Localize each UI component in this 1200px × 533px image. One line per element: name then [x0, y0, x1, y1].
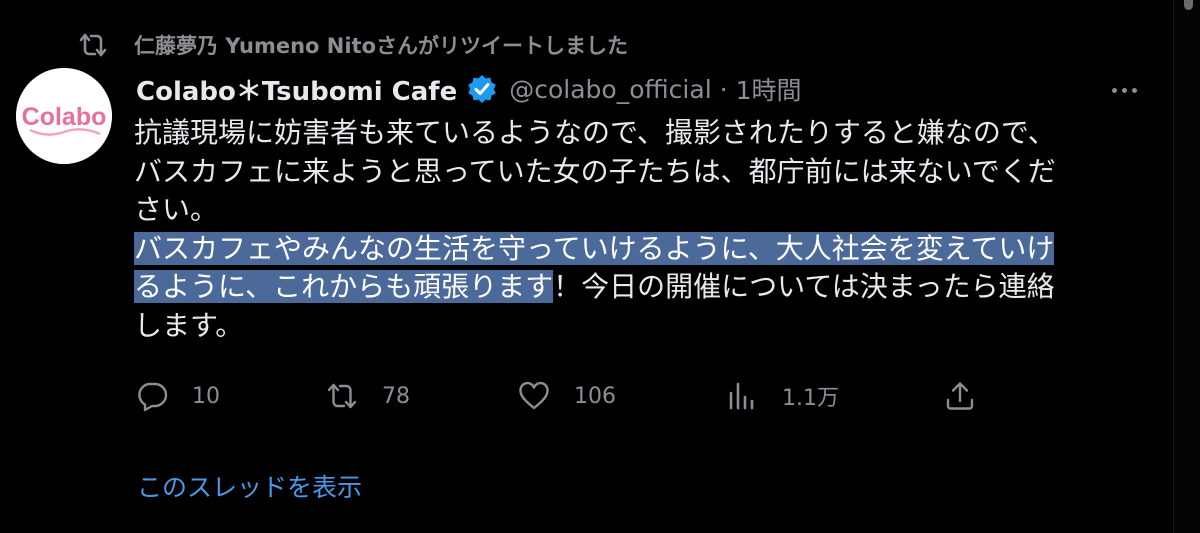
tweet-text-line: バスカフェやみんなの生活を守っていけるように、大人社会を変えていけ: [134, 230, 1134, 269]
scrollbar-thumb[interactable]: [1184, 0, 1193, 10]
tweet-text-line: さい。: [134, 191, 1134, 230]
more-dot-icon: [1121, 87, 1127, 93]
more-dot-icon: [1111, 87, 1117, 93]
more-options-button[interactable]: [1104, 80, 1144, 100]
user-handle[interactable]: @colabo_official: [509, 75, 711, 104]
text-segment: 抗議現場に妨害者も来ているようなので、撮影されたりすると嫌なので、: [134, 116, 1056, 149]
separator-dot: ·: [719, 74, 728, 104]
share-icon: [946, 382, 974, 410]
text-segment: ！今日の開催については決まったら連絡: [553, 270, 1055, 303]
views-button[interactable]: 1.1万: [726, 376, 839, 416]
retweet-count: 78: [382, 383, 410, 409]
text-segment: さい。: [134, 193, 219, 226]
colabo-logo-text: Colabo: [22, 103, 107, 131]
reply-count: 10: [192, 383, 220, 409]
retweet-context-label: 仁藤夢乃 Yumeno Nitoさんがリツイートしました: [134, 34, 628, 58]
selected-text-segment: バスカフェやみんなの生活を守っていけるように、大人社会を変えていけ: [134, 231, 1055, 265]
avatar[interactable]: Colabo: [16, 68, 112, 164]
selected-text-segment: るように、これからも頑張ります: [134, 270, 554, 303]
retweet-icon: [327, 383, 357, 409]
display-name[interactable]: Colabo＊Tsubomi Cafe: [136, 71, 457, 108]
tweet-text-line: るように、これからも頑張ります！今日の開催については決まったら連絡: [134, 268, 1134, 307]
share-button[interactable]: [944, 376, 1000, 416]
scrollbar-track[interactable]: [1173, 0, 1200, 533]
like-button[interactable]: 106: [518, 376, 616, 416]
more-dot-icon: [1131, 87, 1137, 93]
tweet-text-line: バスカフェに来ようと思っていた女の子たちは、都庁前には来ないでくだ: [134, 153, 1134, 192]
tweet-text: 抗議現場に妨害者も来ているようなので、撮影されたりすると嫌なので、 バスカフェに…: [134, 114, 1134, 345]
reply-icon: [138, 382, 168, 412]
show-thread-link[interactable]: このスレッドを表示: [137, 468, 362, 504]
views-count: 1.1万: [782, 386, 839, 411]
retweet-icon: [79, 33, 107, 57]
text-segment: バスカフェに来ようと思っていた女の子たちは、都庁前には来ないでくだ: [134, 154, 1056, 188]
colabo-logo: Colabo: [16, 68, 112, 164]
tweet-actions: 10 78 106 1.1万: [136, 376, 996, 416]
analytics-icon: [729, 382, 754, 410]
heart-icon: [519, 381, 549, 410]
text-segment: します。: [134, 308, 244, 342]
reply-button[interactable]: 10: [136, 376, 220, 416]
tweet-header: Colabo＊Tsubomi Cafe @colabo_official · 1…: [136, 70, 802, 108]
verified-badge-icon: [468, 75, 497, 103]
retweet-button[interactable]: 78: [326, 376, 410, 416]
retweet-context[interactable]: 仁藤夢乃 Yumeno Nitoさんがリツイートしました: [78, 30, 628, 60]
tweet-text-line: 抗議現場に妨害者も来ているようなので、撮影されたりすると嫌なので、: [134, 114, 1134, 153]
timestamp[interactable]: 1時間: [736, 71, 802, 107]
like-count: 106: [574, 383, 616, 409]
tweet-text-line: します。: [134, 307, 1134, 346]
